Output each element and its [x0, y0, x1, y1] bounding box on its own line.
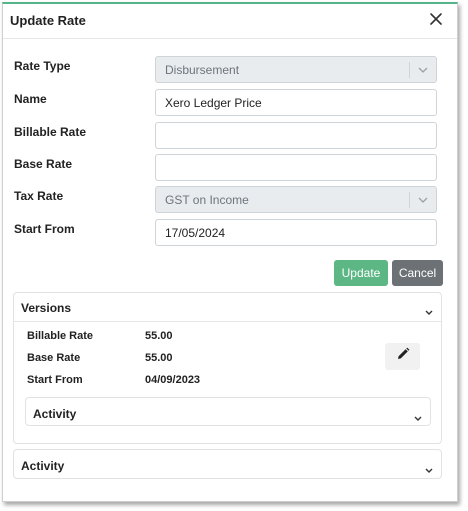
billable-rate-field[interactable] — [155, 122, 437, 149]
dialog-header: Update Rate — [3, 4, 457, 39]
pencil-icon — [396, 347, 410, 366]
versions-panel: Versions Billable Rate 55.00 Base Rate 5… — [13, 292, 442, 444]
tax-rate-label: Tax Rate — [14, 189, 64, 203]
base-rate-label: Base Rate — [14, 157, 73, 171]
version-activity-title: Activity — [33, 407, 77, 421]
tax-rate-value: GST on Income — [165, 192, 249, 207]
base-rate-field[interactable] — [155, 154, 437, 181]
billable-rate-label: Billable Rate — [14, 125, 87, 139]
update-button[interactable]: Update — [334, 260, 388, 286]
chevron-down-icon — [425, 461, 433, 473]
name-field[interactable] — [155, 89, 437, 116]
versions-title: Versions — [21, 301, 72, 315]
chevron-down-icon — [409, 62, 436, 78]
version-billable-rate-value: 55.00 — [145, 330, 173, 342]
version-start-from-value: 04/09/2023 — [145, 374, 201, 386]
chevron-down-icon — [409, 192, 436, 208]
activity-panel: Activity — [13, 449, 442, 479]
close-icon[interactable] — [427, 10, 445, 28]
activity-title: Activity — [21, 459, 65, 473]
version-start-from-label: Start From — [27, 374, 83, 386]
versions-header[interactable]: Versions — [14, 293, 441, 321]
chevron-down-icon — [425, 303, 433, 315]
cancel-button[interactable]: Cancel — [392, 260, 443, 286]
versions-divider — [14, 321, 441, 322]
version-billable-rate-label: Billable Rate — [27, 330, 94, 342]
chevron-down-icon — [414, 409, 422, 421]
version-activity-panel[interactable]: Activity — [25, 397, 431, 426]
start-from-field[interactable] — [155, 219, 437, 246]
rate-type-select[interactable]: Disbursement — [155, 56, 437, 83]
start-from-label: Start From — [14, 222, 75, 236]
tax-rate-select[interactable]: GST on Income — [155, 186, 437, 213]
version-base-rate-label: Base Rate — [27, 352, 81, 364]
update-rate-dialog: Update Rate Rate Type Disbursement Name … — [2, 2, 458, 502]
rate-type-value: Disbursement — [165, 62, 240, 77]
version-base-rate-value: 55.00 — [145, 352, 173, 364]
rate-type-label: Rate Type — [14, 59, 71, 73]
name-label: Name — [14, 92, 47, 106]
edit-version-button[interactable] — [385, 343, 420, 370]
dialog-title: Update Rate — [10, 13, 86, 28]
activity-header[interactable]: Activity — [14, 450, 441, 478]
